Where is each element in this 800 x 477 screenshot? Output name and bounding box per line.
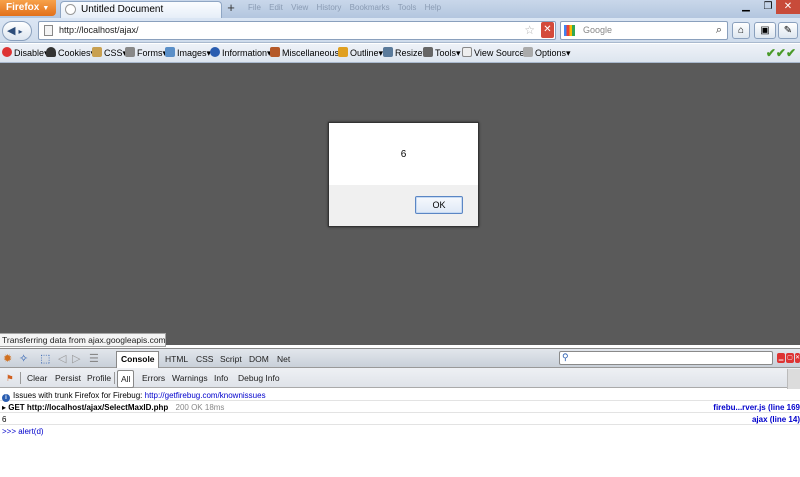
disable-menu[interactable]: Disable▾: [2, 44, 49, 62]
form-icon: [125, 47, 135, 57]
disable-icon: [2, 47, 12, 57]
firebug-toolbar: ✹ ✧ ⬚ ◁ ▷ ☰ Console ▾ HTML CSS Script DO…: [0, 348, 800, 379]
tab-console[interactable]: Console ▾: [116, 351, 159, 379]
divider: [114, 372, 115, 384]
css-menu[interactable]: CSS▾: [92, 44, 127, 62]
tab-css[interactable]: CSS: [196, 351, 213, 368]
tools-menu[interactable]: Tools▾: [423, 44, 461, 62]
clear-button[interactable]: Clear: [24, 370, 50, 386]
bookmark-star-icon[interactable]: ☆: [524, 22, 535, 39]
console-log: i Issues with trunk Firefox for Firebug: …: [0, 389, 800, 477]
resize-menu[interactable]: Resize▾: [383, 44, 427, 62]
close-firebug-icon[interactable]: ✕: [795, 353, 800, 363]
menu-bar-ghost: File Edit View History Bookmarks Tools H…: [248, 3, 442, 12]
minimize-icon[interactable]: ▁: [734, 0, 758, 14]
firefox-menu-button[interactable]: Firefox ▼: [0, 0, 56, 16]
addon-bar-icon[interactable]: ▣: [754, 22, 776, 39]
close-icon[interactable]: ✕: [776, 0, 800, 14]
tab-script[interactable]: Script: [220, 351, 242, 368]
source-link[interactable]: firebu...rver.js (line 169: [713, 402, 800, 413]
list-item: 6 ajax (line 14): [0, 414, 800, 425]
alert-dialog: 6 OK: [328, 122, 479, 227]
source-link[interactable]: ajax (line 14): [752, 414, 800, 425]
stop-icon[interactable]: ✕: [541, 22, 554, 38]
divider: [20, 372, 21, 384]
info-icon: i: [2, 394, 10, 402]
options-icon: [523, 47, 533, 57]
back-arrow-icon[interactable]: ◁: [58, 352, 66, 365]
back-forward-button[interactable]: ◀ ▸: [2, 21, 32, 41]
tab-net[interactable]: Net: [277, 351, 290, 368]
user-icon: [46, 47, 56, 57]
miscellaneous-menu[interactable]: Miscellaneous▾: [270, 44, 344, 62]
list-item: i Issues with trunk Firefox for Firebug: …: [0, 390, 800, 402]
status-text: Transferring data from ajax.googleapis.c…: [0, 333, 166, 347]
known-issues-link[interactable]: http://getfirebug.com/knownissues: [145, 391, 266, 400]
profile-button[interactable]: Profile: [84, 370, 114, 386]
chevron-down-icon: ▼: [42, 5, 50, 12]
google-icon: [564, 25, 575, 36]
alert-message: 6: [400, 149, 407, 160]
alert-footer: OK: [329, 185, 478, 226]
address-bar[interactable]: http://localhost/ajax/ ☆ ▼: [38, 21, 556, 40]
image-icon: [165, 47, 175, 57]
inspect-element-icon[interactable]: ⬚: [40, 352, 50, 365]
search-icon[interactable]: ⌕: [716, 22, 722, 39]
minimize-firebug-icon[interactable]: ▁: [777, 353, 785, 363]
firebug-bug-icon[interactable]: ✹: [3, 352, 12, 365]
outline-menu[interactable]: Outline▾: [338, 44, 383, 62]
console-options-icon[interactable]: ⚑: [3, 370, 17, 386]
forms-menu[interactable]: Forms▾: [125, 44, 167, 62]
options-menu[interactable]: Options▾: [523, 44, 571, 62]
new-tab-button[interactable]: +: [224, 1, 238, 16]
information-menu[interactable]: Information▾: [210, 44, 272, 62]
web-developer-toolbar: Disable▾ Cookies▾ CSS▾ Forms▾ Images▾ In…: [0, 44, 800, 63]
pencil-icon: [338, 47, 348, 57]
detach-firebug-icon[interactable]: ▢: [786, 353, 794, 363]
toolbox-icon: [270, 47, 280, 57]
validation-checkmarks-icon: ✔✔✔: [765, 46, 796, 60]
cookies-menu[interactable]: Cookies▾: [46, 44, 95, 62]
navigation-bar: ◀ ▸ http://localhost/ajax/ ☆ ▼ ✕ Google …: [0, 18, 800, 43]
title-bar: Firefox ▼ Untitled Document + File Edit V…: [0, 0, 800, 18]
tab-untitled-document[interactable]: Untitled Document: [60, 1, 222, 18]
firebug-icon[interactable]: ✎: [778, 22, 798, 39]
document-icon: [462, 47, 472, 57]
images-menu[interactable]: Images▾: [165, 44, 211, 62]
forward-arrow-icon[interactable]: ▸: [19, 27, 23, 36]
tab-html[interactable]: HTML: [165, 351, 188, 368]
persist-button[interactable]: Persist: [52, 370, 84, 386]
back-arrow-icon[interactable]: ◀: [7, 25, 15, 37]
forward-arrow-icon[interactable]: ▷: [72, 352, 80, 365]
search-icon: ⚲: [562, 352, 569, 362]
filter-info-button[interactable]: Info: [211, 370, 231, 386]
filter-errors-button[interactable]: Errors: [139, 370, 168, 386]
search-input[interactable]: Google ⌕: [560, 21, 728, 40]
list-menu-icon[interactable]: ☰: [89, 352, 99, 365]
wrench-icon: [423, 47, 433, 57]
console-command-line[interactable]: >>> alert(d): [0, 426, 800, 437]
firebug-search-input[interactable]: ⚲: [559, 351, 773, 365]
console-scrollbar[interactable]: [787, 369, 800, 389]
tab-dom[interactable]: DOM: [249, 351, 269, 368]
console-filter-bar: ⚑ Clear Persist Profile All Errors Warni…: [0, 368, 800, 388]
page-favicon-icon: [65, 4, 76, 15]
filter-all-button[interactable]: All: [117, 370, 135, 388]
filter-warnings-button[interactable]: Warnings: [169, 370, 211, 386]
view-source-menu[interactable]: View Source▾: [462, 44, 529, 62]
resize-icon: [383, 47, 393, 57]
inspect-icon[interactable]: ✧: [19, 352, 28, 365]
page-icon: [44, 25, 53, 36]
network-request-row[interactable]: ▸ GET http://localhost/ajax/SelectMaxID.…: [0, 402, 800, 413]
ok-button[interactable]: OK: [415, 196, 463, 214]
info-icon: [210, 47, 220, 57]
pencil-icon: [92, 47, 102, 57]
expand-icon[interactable]: ▸: [2, 403, 6, 412]
filter-debug-info-button[interactable]: Debug Info: [235, 370, 283, 386]
home-icon[interactable]: ⌂: [732, 22, 750, 39]
